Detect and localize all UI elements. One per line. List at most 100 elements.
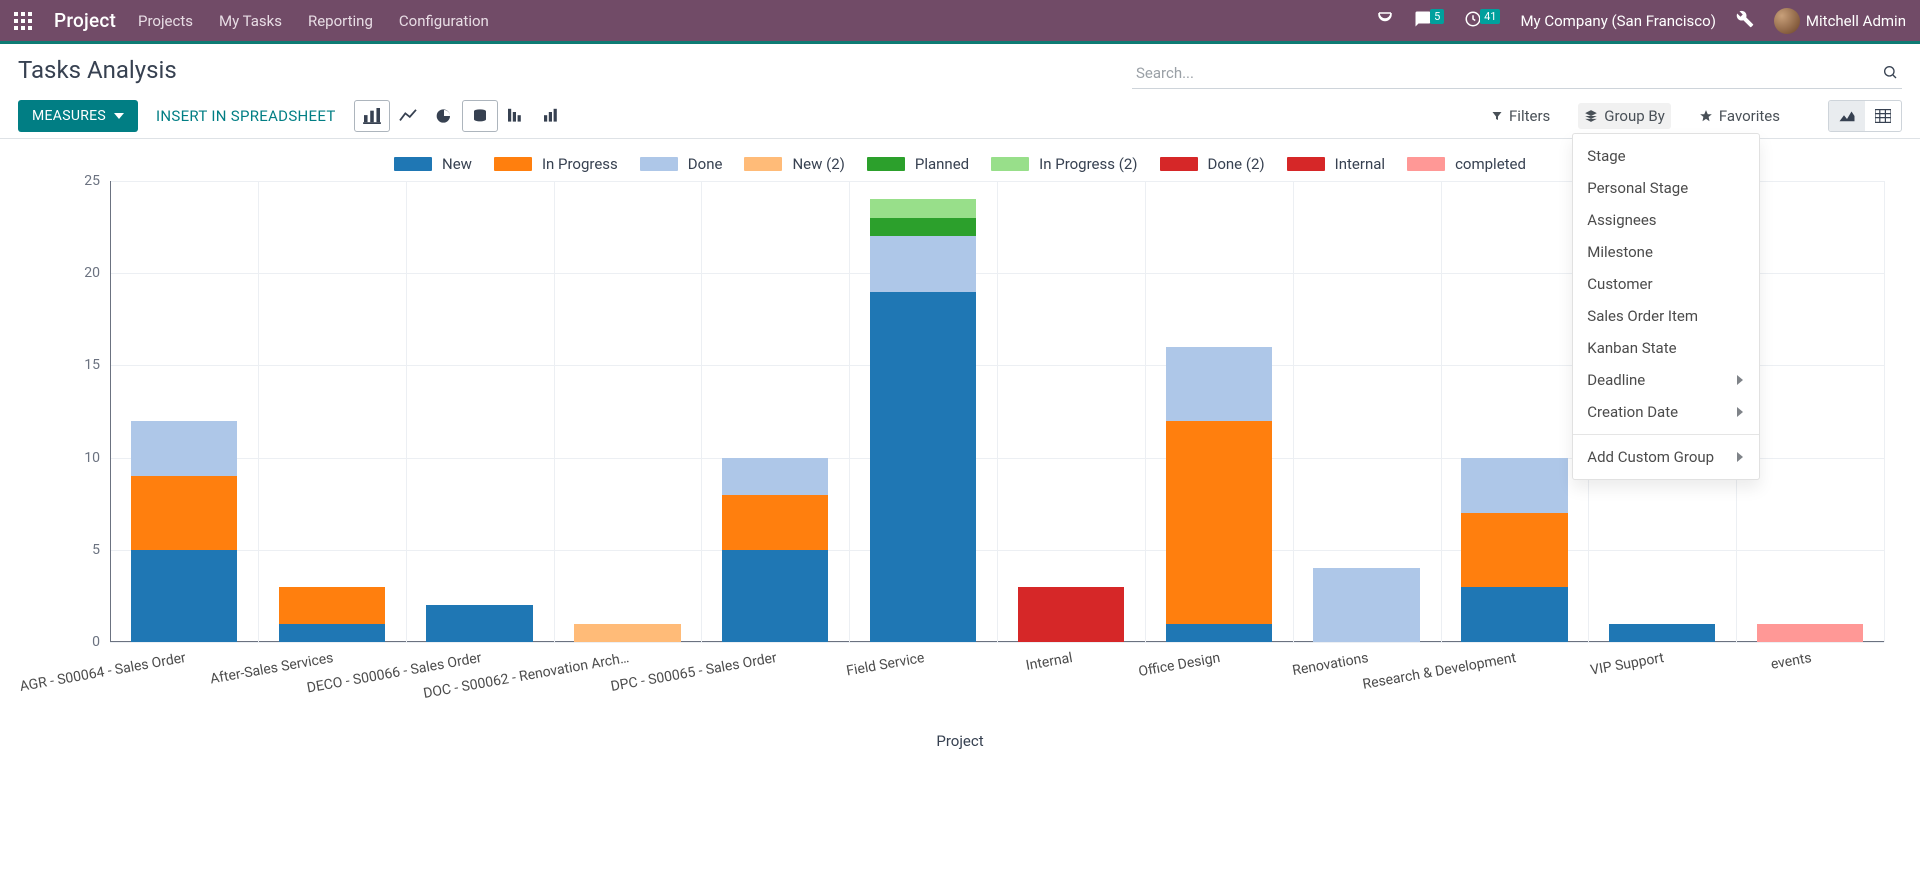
bar-segment[interactable] [1018,587,1124,642]
app-brand[interactable]: Project [54,9,116,32]
legend-item[interactable]: New (2) [744,155,844,173]
bar [1166,181,1272,642]
group-by-add-custom[interactable]: Add Custom Group [1573,441,1759,473]
bar-segment[interactable] [1461,458,1567,513]
pivot-view-icon[interactable] [1865,101,1901,131]
legend-item[interactable]: Done [640,155,723,173]
bar-segment[interactable] [870,218,976,236]
y-tick: 20 [50,265,100,281]
bar-segment[interactable] [1166,624,1272,642]
search [1132,58,1902,89]
bar-segment[interactable] [1461,513,1567,587]
bar-segment[interactable] [722,550,828,642]
x-tick-label: Renovations [1291,650,1370,679]
company-switcher[interactable]: My Company (San Francisco) [1520,12,1715,30]
legend-item[interactable]: completed [1407,155,1526,173]
bar-segment[interactable] [1166,347,1272,421]
favorites-button[interactable]: Favorites [1693,103,1786,129]
bar-segment[interactable] [1166,421,1272,624]
group-by-option[interactable]: Stage [1573,140,1759,172]
menu-my-tasks[interactable]: My Tasks [219,12,282,30]
filters-label: Filters [1509,107,1550,125]
user-menu[interactable]: Mitchell Admin [1774,8,1906,34]
y-tick: 0 [50,634,100,650]
group-by-option[interactable]: Customer [1573,268,1759,300]
sort-desc-icon[interactable] [498,100,534,132]
control-panel: Tasks Analysis MEASURES INSERT IN SPREAD… [0,44,1920,139]
menu-reporting[interactable]: Reporting [308,12,373,30]
bar-segment[interactable] [279,587,385,624]
activities-icon[interactable]: 41 [1464,10,1500,32]
search-icon[interactable] [1882,64,1898,84]
bar-segment[interactable] [722,495,828,550]
bar [1461,181,1567,642]
bar-segment[interactable] [1609,624,1715,642]
bar [1757,181,1863,642]
group-by-dropdown: StagePersonal StageAssigneesMilestoneCus… [1572,133,1760,480]
avatar [1774,8,1800,34]
bar [870,181,976,642]
y-tick: 25 [50,173,100,189]
legend-item[interactable]: Internal [1287,155,1385,173]
pie-chart-icon[interactable] [426,100,462,132]
bar-segment[interactable] [722,458,828,495]
insert-in-spreadsheet-button[interactable]: INSERT IN SPREADSHEET [156,107,336,125]
graph-switchers [354,100,570,132]
legend-item[interactable]: Planned [867,155,969,173]
menu-projects[interactable]: Projects [138,12,193,30]
x-tick-label: VIP Support [1589,650,1665,679]
y-tick: 5 [50,542,100,558]
search-input[interactable] [1132,58,1902,89]
bar-segment[interactable] [279,624,385,642]
page-title: Tasks Analysis [18,56,177,84]
group-by-option[interactable]: Milestone [1573,236,1759,268]
bar [574,181,680,642]
menu-configuration[interactable]: Configuration [399,12,489,30]
legend-item[interactable]: In Progress [494,155,618,173]
bar-segment[interactable] [870,199,976,217]
bar-segment[interactable] [426,605,532,642]
filters-button[interactable]: Filters [1485,103,1556,129]
bar-segment[interactable] [131,421,237,476]
bar [426,181,532,642]
stacked-icon[interactable] [462,100,498,132]
messages-icon[interactable]: 5 [1414,10,1444,32]
group-by-button[interactable]: Group By StagePersonal StageAssigneesMil… [1578,103,1671,129]
bar-segment[interactable] [1313,568,1419,642]
bar-segment[interactable] [574,624,680,642]
group-by-option[interactable]: Sales Order Item [1573,300,1759,332]
phone-icon[interactable] [1376,10,1394,32]
apps-icon[interactable] [14,12,32,30]
bar-segment[interactable] [1757,624,1863,642]
bar-chart-icon[interactable] [354,100,390,132]
group-by-option[interactable]: Deadline [1573,364,1759,396]
debug-icon[interactable] [1736,10,1754,32]
measures-label: MEASURES [32,108,106,124]
legend-item[interactable]: Done (2) [1160,155,1265,173]
bar-segment[interactable] [131,476,237,550]
sort-asc-icon[interactable] [534,100,570,132]
bar-segment[interactable] [1461,587,1567,642]
line-chart-icon[interactable] [390,100,426,132]
messages-badge: 5 [1430,9,1444,24]
legend-label: Done (2) [1208,155,1265,173]
legend-label: New (2) [792,155,844,173]
measures-button[interactable]: MEASURES [18,100,138,132]
x-tick-label: Internal [1025,650,1074,674]
legend-item[interactable]: In Progress (2) [991,155,1137,173]
group-by-option[interactable]: Creation Date [1573,396,1759,428]
group-by-option[interactable]: Kanban State [1573,332,1759,364]
bar [1018,181,1124,642]
bar-segment[interactable] [870,292,976,642]
group-by-option[interactable]: Assignees [1573,204,1759,236]
y-tick: 15 [50,357,100,373]
legend-label: completed [1455,155,1526,173]
bar-segment[interactable] [131,550,237,642]
bar-segment[interactable] [870,236,976,291]
group-by-option[interactable]: Personal Stage [1573,172,1759,204]
legend-label: Planned [915,155,969,173]
legend-label: New [442,155,472,173]
graph-view-icon[interactable] [1829,101,1865,131]
legend-item[interactable]: New [394,155,472,173]
x-tick-label: DPC - S00065 - Sales Order [610,650,778,695]
